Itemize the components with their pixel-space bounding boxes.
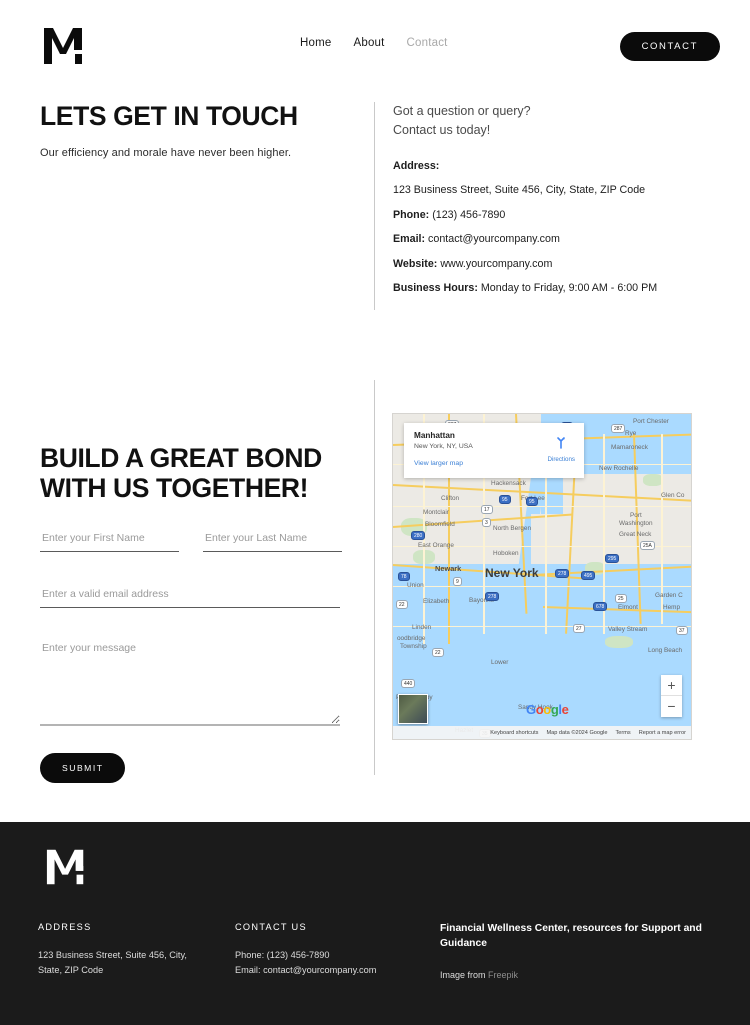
map-attribution-bar: Keyboard shortcuts Map data ©2024 Google…	[393, 726, 691, 739]
map-info-card[interactable]: Manhattan New York, NY, USA View larger …	[404, 423, 584, 478]
form-heading-line-1: BUILD A GREAT BOND	[40, 443, 322, 473]
footer-logo[interactable]	[45, 847, 89, 887]
directions-icon	[557, 437, 566, 449]
name-fields-row	[40, 527, 342, 552]
last-name-input[interactable]	[203, 527, 342, 552]
google-map[interactable]: New York Newark Hoboken North Bergen Clifton…	[392, 413, 692, 740]
map-route-shield: 495	[581, 571, 596, 580]
footer-phone-line: Phone: (123) 456-7890	[235, 950, 330, 960]
get-in-touch-block: LETS GET IN TOUCH Our efficiency and mor…	[40, 101, 360, 159]
section-divider-mid	[374, 380, 375, 775]
detail-address-label: Address:	[393, 159, 440, 172]
detail-phone: Phone: (123) 456-7890	[393, 208, 506, 221]
google-logo: Google	[526, 702, 569, 717]
map-route-shield: 25	[615, 594, 627, 603]
footer-image-credit: Image from Freepik	[440, 970, 710, 980]
map-route-shield: 22	[396, 600, 408, 609]
map-road	[393, 586, 691, 588]
contact-form: BUILD A GREAT BOND WITH US TOGETHER! SUB…	[40, 443, 342, 783]
page-title: LETS GET IN TOUCH	[40, 101, 298, 131]
m-mark-icon	[44, 28, 82, 64]
contact-lead-line-1: Got a question or query?	[393, 104, 531, 118]
map-zoom-in-button[interactable]: +	[661, 675, 682, 696]
footer-column-contact: CONTACT US Phone: (123) 456-7890 Email: …	[235, 922, 435, 978]
contact-info-section: LETS GET IN TOUCH Our efficiency and mor…	[0, 90, 750, 380]
map-route-shield: 9	[453, 577, 462, 586]
map-data-text: Map data ©2024 Google	[546, 729, 608, 736]
map-route-shield: 22	[432, 648, 444, 657]
keyboard-shortcuts-link[interactable]: Keyboard shortcuts	[490, 730, 538, 736]
terms-link[interactable]: Terms	[616, 730, 631, 736]
nav-link-about[interactable]: About	[353, 37, 384, 49]
main-navigation: Home About Contact	[300, 37, 448, 49]
map-road	[393, 506, 691, 508]
footer-address-body: 123 Business Street, Suite 456, City, St…	[38, 948, 223, 978]
site-header: Home About Contact CONTACT	[0, 0, 750, 90]
contact-lead-line-2: Contact us today!	[393, 123, 491, 138]
map-route-shield: 3	[482, 518, 491, 527]
contact-form-section: BUILD A GREAT BOND WITH US TOGETHER! SUB…	[0, 380, 750, 830]
contact-lead: Got a question or query? Contact us toda…	[393, 102, 713, 141]
map-route-shield: 27	[573, 624, 585, 633]
map-road	[393, 626, 691, 628]
message-textarea[interactable]	[40, 637, 340, 726]
footer-address-line-1: 123 Business Street, Suite 456, City,	[38, 950, 187, 960]
map-route-shield: 678	[593, 602, 608, 611]
map-park-area	[643, 474, 663, 486]
map-route-shield: 25A	[640, 541, 655, 550]
contact-details-block: Got a question or query? Contact us toda…	[393, 102, 713, 306]
first-name-input[interactable]	[40, 527, 179, 552]
map-route-shield: 440	[401, 679, 416, 688]
map-route-shield: 17	[481, 505, 493, 514]
map-road	[661, 434, 663, 624]
section-divider-top	[374, 102, 375, 310]
directions-label: Directions	[547, 456, 575, 463]
m-mark-icon	[46, 849, 84, 885]
map-zoom-controls[interactable]: + −	[661, 675, 682, 717]
credit-prefix: Image from	[440, 969, 489, 980]
satellite-view-thumbnail[interactable]	[398, 694, 428, 724]
site-logo[interactable]	[42, 26, 88, 66]
detail-business-hours: Business Hours: Monday to Friday, 9:00 A…	[393, 282, 658, 295]
form-heading: BUILD A GREAT BOND WITH US TOGETHER!	[40, 443, 342, 504]
map-route-shield: 95	[499, 495, 511, 504]
map-route-shield: 280	[411, 531, 426, 540]
freepik-link[interactable]: Freepik	[488, 970, 518, 980]
map-zoom-out-button[interactable]: −	[661, 696, 682, 717]
footer-heading-contact: CONTACT US	[235, 922, 307, 932]
contact-detail-list: Address: 123 Business Street, Suite 456,…	[393, 159, 713, 296]
map-route-shield: 278	[485, 592, 500, 601]
submit-button[interactable]: SUBMIT	[40, 752, 126, 783]
footer-column-promo: Financial Wellness Center, resources for…	[440, 922, 710, 980]
footer-heading-address: ADDRESS	[38, 922, 92, 932]
footer-contact-body: Phone: (123) 456-7890 Email: contact@you…	[235, 948, 435, 978]
map-route-shield: 37	[676, 626, 688, 635]
map-route-shield: 95	[526, 497, 538, 506]
page-subtitle: Our efficiency and morale have never bee…	[40, 146, 292, 159]
detail-website: Website: www.yourcompany.com	[393, 257, 553, 270]
header-contact-button[interactable]: CONTACT	[619, 32, 720, 61]
detail-email: Email: contact@yourcompany.com	[393, 233, 560, 246]
footer-promo-text: Financial Wellness Center, resources for…	[440, 923, 702, 949]
nav-link-home[interactable]: Home	[300, 37, 331, 49]
map-route-shield: 287	[611, 424, 626, 433]
site-footer: ADDRESS 123 Business Street, Suite 456, …	[0, 822, 750, 1025]
map-park-area	[605, 636, 633, 648]
map-directions-button[interactable]: Directions	[547, 434, 575, 463]
map-route-shield: 78	[398, 572, 410, 581]
map-route-shield: 278	[555, 569, 570, 578]
footer-column-address: ADDRESS 123 Business Street, Suite 456, …	[38, 922, 223, 978]
footer-address-line-2: State, ZIP Code	[38, 965, 104, 976]
email-input[interactable]	[40, 583, 340, 608]
report-map-error-link[interactable]: Report a map error	[639, 730, 686, 736]
map-route-shield: 295	[605, 554, 620, 563]
detail-address-value: 123 Business Street, Suite 456, City, St…	[393, 184, 646, 197]
form-heading-line-2: WITH US TOGETHER!	[40, 472, 309, 503]
nav-link-contact[interactable]: Contact	[407, 37, 448, 49]
footer-email-line: Email: contact@yourcompany.com	[235, 965, 377, 976]
